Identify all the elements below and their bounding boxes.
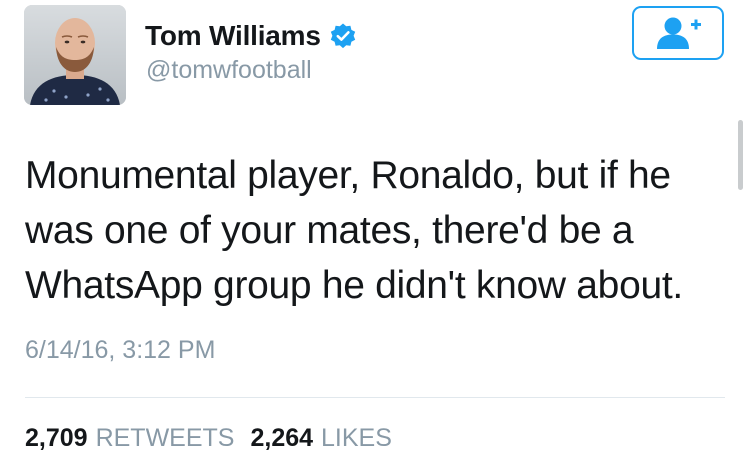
retweets-label: RETWEETS bbox=[95, 424, 235, 452]
tweet-timestamp[interactable]: 6/14/16, 3:12 PM bbox=[25, 336, 215, 365]
follow-user-plus-icon bbox=[657, 17, 701, 49]
user-handle[interactable]: @tomwfootball bbox=[146, 56, 312, 85]
follow-button[interactable] bbox=[632, 6, 724, 60]
retweets-stat[interactable]: 2,709 RETWEETS bbox=[25, 424, 234, 453]
divider bbox=[25, 397, 725, 398]
engagement-stats: 2,709 RETWEETS 2,264 LIKES bbox=[25, 424, 392, 453]
author-name-row[interactable]: Tom Williams bbox=[145, 16, 357, 56]
tweet-detail: Tom Williams @tomwfootball Monumental pl… bbox=[0, 0, 747, 472]
tweet-text: Monumental player, Ronaldo, but if he wa… bbox=[25, 154, 683, 307]
retweets-count: 2,709 bbox=[25, 424, 88, 452]
likes-label: LIKES bbox=[321, 424, 392, 452]
verified-badge-icon bbox=[329, 22, 357, 50]
display-name[interactable]: Tom Williams bbox=[145, 20, 321, 52]
avatar-photo bbox=[24, 5, 126, 105]
likes-count: 2,264 bbox=[250, 424, 314, 452]
avatar[interactable] bbox=[24, 5, 126, 105]
scrollbar[interactable] bbox=[738, 120, 743, 190]
likes-stat[interactable]: 2,264 LIKES bbox=[250, 424, 391, 453]
